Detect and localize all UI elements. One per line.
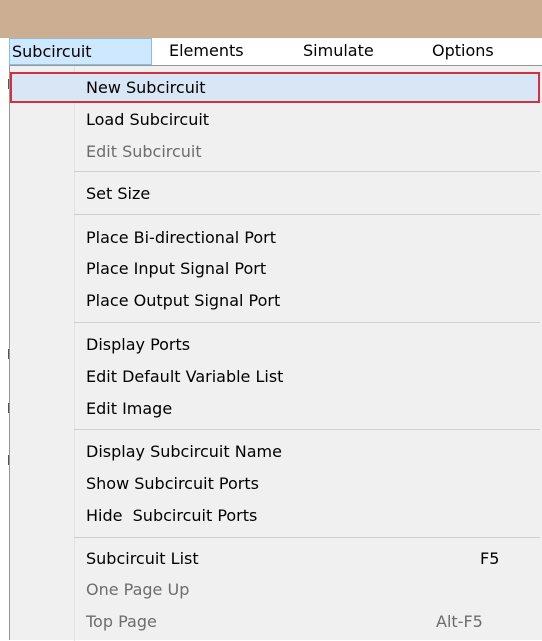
menu-item-place-input-signal-port[interactable]: Place Input Signal Port: [10, 253, 540, 284]
menu-item-place-bidirectional-port[interactable]: Place Bi-directional Port: [10, 222, 540, 253]
menu-simulate[interactable]: Simulate: [303, 38, 374, 65]
menu-item-edit-image[interactable]: Edit Image: [10, 393, 540, 424]
menu-item-new-subcircuit[interactable]: New Subcircuit: [10, 72, 540, 103]
menu-item-label: Place Bi-directional Port: [86, 228, 276, 247]
menu-item-hide-subcircuit-ports[interactable]: Hide Subcircuit Ports: [10, 500, 540, 531]
menu-item-subcircuit-list[interactable]: Subcircuit List F5: [10, 543, 540, 574]
menu-elements[interactable]: Elements: [169, 38, 244, 65]
menu-options[interactable]: Options: [432, 38, 494, 65]
menu-item-label: Load Subcircuit: [86, 110, 210, 129]
menu-item-label: Place Output Signal Port: [86, 291, 281, 310]
menu-separator: [74, 537, 540, 538]
menu-item-label: Show Subcircuit Ports: [86, 474, 259, 493]
menu-item-top-page[interactable]: Top Page Alt-F5: [10, 606, 540, 637]
menu-item-label: Edit Default Variable List: [86, 367, 284, 386]
menu-item-display-subcircuit-name[interactable]: Display Subcircuit Name: [10, 436, 540, 467]
menu-item-place-output-signal-port[interactable]: Place Output Signal Port: [10, 285, 540, 316]
menu-item-label: Edit Subcircuit: [86, 142, 202, 161]
menu-separator: [74, 171, 540, 172]
menu-item-one-page-up[interactable]: One Page Up: [10, 574, 540, 605]
menu-item-label: New Subcircuit: [86, 78, 206, 97]
menu-item-load-subcircuit[interactable]: Load Subcircuit: [10, 104, 540, 135]
menu-subcircuit[interactable]: Subcircuit: [9, 38, 152, 65]
menu-item-label: Edit Image: [86, 399, 173, 418]
menu-item-shortcut: Alt-F5: [436, 612, 483, 631]
menu-separator: [74, 429, 540, 430]
menu-item-shortcut: F5: [480, 549, 500, 568]
menu-separator: [74, 322, 540, 323]
menu-item-label: Place Input Signal Port: [86, 259, 267, 278]
menu-item-label: Display Ports: [86, 335, 191, 354]
menu-item-edit-default-variable-list[interactable]: Edit Default Variable List: [10, 361, 540, 392]
menu-item-set-size[interactable]: Set Size: [10, 178, 540, 209]
menu-item-display-ports[interactable]: Display Ports: [10, 329, 540, 360]
menu-item-label: Hide Subcircuit Ports: [86, 506, 258, 525]
menu-item-label: Subcircuit List: [86, 549, 199, 568]
menu-bar: Subcircuit Elements Simulate Options: [0, 38, 542, 65]
menu-item-label: Display Subcircuit Name: [86, 442, 282, 461]
menu-item-label: One Page Up: [86, 580, 190, 599]
window-titlebar: [0, 0, 542, 38]
menu-separator: [74, 214, 540, 215]
menu-item-edit-subcircuit[interactable]: Edit Subcircuit: [10, 136, 540, 167]
menu-item-label: Set Size: [86, 184, 151, 203]
menu-item-show-subcircuit-ports[interactable]: Show Subcircuit Ports: [10, 468, 540, 499]
menu-item-label: Top Page: [86, 612, 157, 631]
